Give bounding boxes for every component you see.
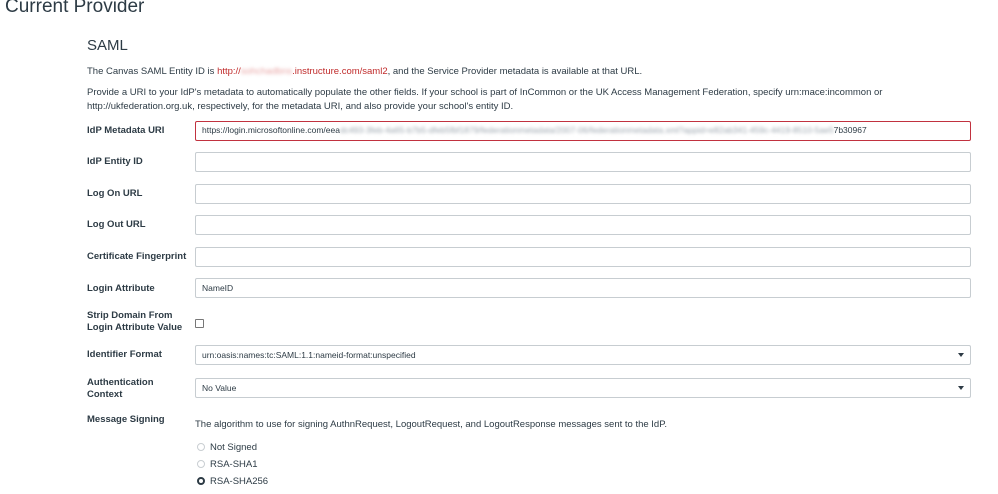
section-title: SAML xyxy=(87,37,128,54)
radio-not-signed-button[interactable] xyxy=(197,443,205,451)
entity-id-link[interactable]: http://sohchadbns.instructure.com/saml2 xyxy=(217,66,388,77)
metadata-uri-description: Provide a URI to your IdP's metadata to … xyxy=(87,87,883,112)
identifier-format-label: Identifier Format xyxy=(87,349,162,360)
radio-not-signed-label: Not Signed xyxy=(210,442,258,453)
strip-domain-checkbox[interactable] xyxy=(195,319,204,328)
radio-rsa-sha1-label: RSA-SHA1 xyxy=(210,459,258,470)
identifier-format-select[interactable]: urn:oasis:names:tc:SAML:1.1:nameid-forma… xyxy=(195,345,971,365)
login-attribute-label: Login Attribute xyxy=(87,283,155,294)
message-signing-label: Message Signing xyxy=(87,414,165,425)
authentication-context-select[interactable]: No Value xyxy=(195,378,971,398)
saml-provider-page: Current Provider SAML The Canvas SAML En… xyxy=(0,0,998,494)
radio-rsa-sha256-button[interactable] xyxy=(197,477,205,485)
radio-rsa-sha256-label: RSA-SHA256 xyxy=(210,476,269,487)
login-attribute-input[interactable]: NameID xyxy=(195,278,971,298)
idp-metadata-uri-label: IdP Metadata URI xyxy=(87,125,165,136)
log-out-url-input[interactable] xyxy=(195,215,971,235)
identifier-format-value: urn:oasis:names:tc:SAML:1.1:nameid-forma… xyxy=(202,350,416,360)
identifier-format-row: Identifier Format urn:oasis:names:tc:SAM… xyxy=(87,345,973,365)
entity-id-description: The Canvas SAML Entity ID is http://sohc… xyxy=(87,65,642,78)
entity-id-link-blurred: sohchadbns xyxy=(240,66,293,77)
chevron-down-icon xyxy=(958,386,964,390)
log-on-url-input[interactable] xyxy=(195,184,971,204)
certificate-fingerprint-input[interactable] xyxy=(195,247,971,267)
message-signing-help: The algorithm to use for signing AuthnRe… xyxy=(195,419,667,430)
entity-id-link-end: .instructure.com/saml2 xyxy=(292,66,388,77)
certificate-fingerprint-label: Certificate Fingerprint xyxy=(87,251,187,262)
idp-metadata-uri-value-start: https://login.microsoftonline.com/eea xyxy=(202,125,340,135)
idp-entity-id-input[interactable] xyxy=(195,152,971,172)
entity-id-prefix: The Canvas SAML Entity ID is xyxy=(87,66,218,77)
entity-id-suffix: , and the Service Provider metadata is a… xyxy=(387,66,643,77)
radio-rsa-sha1-button[interactable] xyxy=(197,460,205,468)
page-title: Current Provider xyxy=(5,0,145,17)
log-out-url-row: Log Out URL xyxy=(87,215,973,235)
idp-metadata-uri-value-blurred: dc493-3feb-4a65-b7b5-dfeb5fbf1879/federa… xyxy=(339,125,834,135)
log-on-url-label: Log On URL xyxy=(87,188,143,199)
idp-metadata-uri-input[interactable]: https://login.microsoftonline.com/eeadc4… xyxy=(195,121,971,141)
chevron-down-icon xyxy=(958,353,964,357)
idp-metadata-uri-row: IdP Metadata URI https://login.microsoft… xyxy=(87,121,973,141)
log-on-url-row: Log On URL xyxy=(87,184,973,204)
authentication-context-value: No Value xyxy=(202,383,237,393)
log-out-url-label: Log Out URL xyxy=(87,219,146,230)
strip-domain-row: Strip Domain From Login Attribute Value xyxy=(87,309,973,335)
entity-id-link-start: http:// xyxy=(217,66,241,77)
strip-domain-label: Strip Domain From Login Attribute Value xyxy=(87,310,183,333)
login-attribute-row: Login Attribute NameID xyxy=(87,278,973,298)
authentication-context-label: Authentication Context xyxy=(87,377,154,400)
idp-entity-id-label: IdP Entity ID xyxy=(87,156,143,167)
certificate-fingerprint-row: Certificate Fingerprint xyxy=(87,247,973,267)
authentication-context-row: Authentication Context No Value xyxy=(87,377,973,401)
idp-metadata-uri-value-end: 7b30967 xyxy=(833,125,867,135)
idp-entity-id-row: IdP Entity ID xyxy=(87,152,973,172)
